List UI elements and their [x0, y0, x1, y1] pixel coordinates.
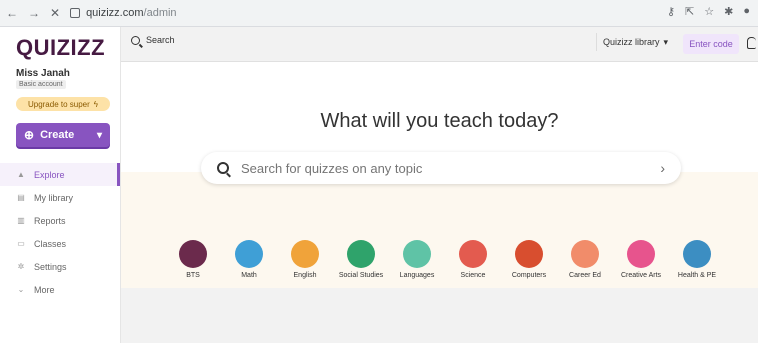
classes-icon: ▭	[17, 239, 25, 248]
caret-down-icon: ▾	[663, 36, 668, 47]
create-label: Create	[40, 129, 75, 141]
subject-list: BTS Math English Social Studies Language…	[165, 240, 755, 279]
key-icon[interactable]: ⚷	[667, 5, 675, 18]
enter-code-label: Enter code	[689, 39, 733, 49]
subject-label: Health & PE	[677, 272, 717, 279]
library-icon: ▤	[17, 193, 25, 202]
subject-social-studies-icon	[347, 240, 375, 268]
subject-label: Social Studies	[338, 272, 384, 279]
library-select[interactable]: Quizizz library ▾	[596, 33, 674, 51]
subject-career-ed-icon	[571, 240, 599, 268]
subject-computers[interactable]: Computers	[501, 240, 557, 279]
subject-health-pe[interactable]: Health & PE	[669, 240, 725, 279]
caret-down-icon: ▾	[96, 129, 102, 141]
subject-bts[interactable]: BTS	[165, 240, 221, 279]
url-domain: quizizz.com	[86, 7, 144, 19]
back-icon[interactable]: ←	[6, 6, 18, 20]
subject-label: Science	[460, 272, 486, 279]
subject-social-studies[interactable]: Social Studies	[333, 240, 389, 279]
lower-section	[121, 288, 758, 343]
subject-health-pe-icon	[683, 240, 711, 268]
star-icon[interactable]: ☆	[704, 5, 714, 18]
url-path: /admin	[143, 7, 177, 19]
subject-creative-arts-icon	[627, 240, 655, 268]
subject-label: BTS	[186, 272, 200, 279]
browser-nav: ← → ✕	[6, 6, 60, 20]
subject-languages[interactable]: Languages	[389, 240, 445, 279]
lightning-icon: ϟ	[93, 99, 99, 109]
sidebar-nav: ▲ Explore ▤ My library ▥ Reports ▭ Class…	[0, 163, 120, 301]
subject-label: Languages	[399, 272, 435, 279]
settings-icon: ✲	[17, 262, 25, 271]
sidebar-item-reports[interactable]: ▥ Reports	[0, 209, 120, 232]
subject-languages-icon	[403, 240, 431, 268]
address-bar[interactable]: quizizz.com/admin	[70, 7, 177, 19]
sidebar: QUIZIZZ Miss Janah Basic account Upgrade…	[0, 27, 121, 343]
sidebar-item-my-library[interactable]: ▤ My library	[0, 186, 120, 209]
close-icon[interactable]: ✕	[50, 6, 60, 20]
sidebar-item-label: My library	[34, 192, 74, 203]
reports-icon: ▥	[17, 216, 25, 225]
quizizz-logo[interactable]: QUIZIZZ	[16, 35, 105, 61]
subject-label: Math	[241, 272, 257, 279]
plus-circle-icon: ⊕	[24, 128, 35, 142]
upgrade-button[interactable]: Upgrade to super ϟ	[16, 97, 110, 111]
sidebar-item-settings[interactable]: ✲ Settings	[0, 255, 120, 278]
sidebar-item-label: Classes	[34, 238, 67, 249]
enter-code-button[interactable]: Enter code	[683, 34, 739, 54]
page-title: What will you teach today?	[320, 110, 559, 132]
subject-label: Career Ed	[569, 272, 601, 279]
search-icon	[217, 162, 229, 174]
quiz-search-bar[interactable]: ›	[201, 152, 681, 184]
sidebar-item-label: Explore	[34, 169, 65, 180]
search-icon	[131, 35, 140, 45]
chevron-right-icon[interactable]: ›	[660, 160, 665, 176]
account-badge: Basic account	[16, 80, 66, 89]
share-icon[interactable]: ⇱	[685, 5, 694, 18]
top-bar: Search Quizizz library ▾ Enter code	[121, 27, 758, 62]
subject-label: English	[293, 272, 317, 279]
main-content: What will you teach today? › BTS Math En…	[121, 62, 758, 343]
subject-computers-icon	[515, 240, 543, 268]
user-name: Miss Janah	[16, 68, 70, 79]
subject-career-ed[interactable]: Career Ed	[557, 240, 613, 279]
extensions-icon[interactable]: ✱	[724, 5, 733, 18]
sidebar-item-classes[interactable]: ▭ Classes	[0, 232, 120, 255]
chevron-down-icon: ⌄	[17, 285, 25, 294]
upgrade-label: Upgrade to super	[27, 99, 90, 109]
subject-label: Creative Arts	[620, 272, 662, 279]
top-search[interactable]: Search	[131, 35, 175, 45]
profile-icon[interactable]: ●	[743, 5, 750, 18]
browser-toolbar: ← → ✕ quizizz.com/admin ⚷ ⇱ ☆ ✱ ●	[0, 0, 758, 27]
subject-label: Computers	[511, 272, 547, 279]
sidebar-item-more[interactable]: ⌄ More	[0, 278, 120, 301]
subject-science[interactable]: Science	[445, 240, 501, 279]
sidebar-item-label: More	[34, 284, 55, 295]
explore-icon: ▲	[17, 170, 25, 179]
lock-icon	[70, 8, 81, 18]
bell-icon[interactable]	[747, 37, 756, 49]
forward-icon[interactable]: →	[28, 6, 40, 20]
sidebar-item-label: Reports	[34, 215, 66, 226]
subject-bts-icon	[179, 240, 207, 268]
subject-english[interactable]: English	[277, 240, 333, 279]
create-button[interactable]: ⊕ Create ▾	[16, 123, 110, 147]
sidebar-item-label: Settings	[34, 261, 67, 272]
sidebar-item-explore[interactable]: ▲ Explore	[0, 163, 120, 186]
subject-science-icon	[459, 240, 487, 268]
browser-actions: ⚷ ⇱ ☆ ✱ ●	[667, 5, 750, 18]
subject-english-icon	[291, 240, 319, 268]
subject-creative-arts[interactable]: Creative Arts	[613, 240, 669, 279]
library-select-value: Quizizz library	[603, 37, 660, 47]
quiz-search-input[interactable]	[239, 159, 661, 177]
subject-math-icon	[235, 240, 263, 268]
subject-math[interactable]: Math	[221, 240, 277, 279]
top-search-placeholder: Search	[146, 35, 175, 45]
